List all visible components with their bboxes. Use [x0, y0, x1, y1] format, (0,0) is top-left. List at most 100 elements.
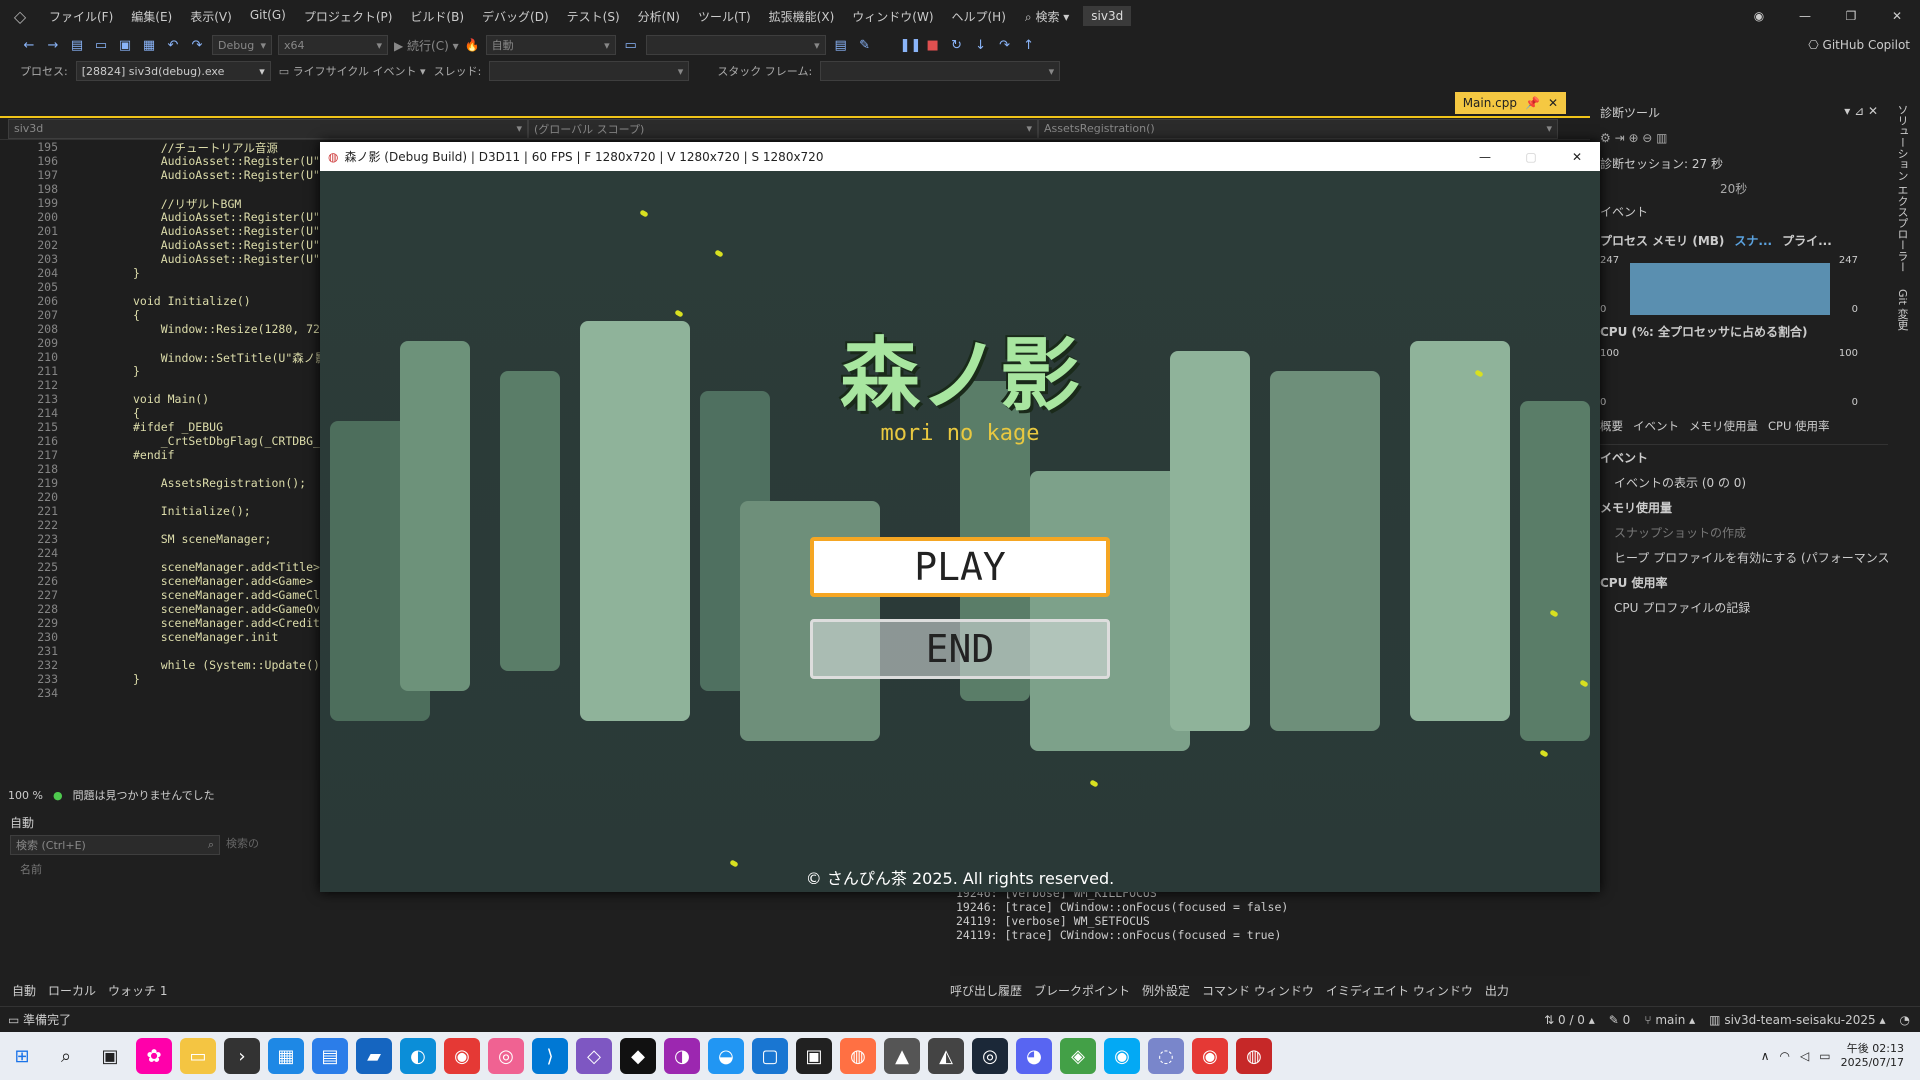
- code-line[interactable]: Window::Resize(1280, 720);: [133, 322, 341, 336]
- stop-icon[interactable]: ■: [924, 38, 942, 53]
- end-button[interactable]: END: [810, 619, 1110, 679]
- menu-item[interactable]: テスト(S): [558, 8, 629, 25]
- target-dropdown[interactable]: ▾: [645, 35, 826, 55]
- unreal-icon[interactable]: ◭: [928, 1038, 964, 1074]
- clock[interactable]: 午後 02:13 2025/07/17: [1841, 1042, 1904, 1070]
- start-icon[interactable]: ⊞: [4, 1038, 40, 1074]
- app-icon-3[interactable]: ◉: [1104, 1038, 1140, 1074]
- code-line[interactable]: sceneManager.add<GameClear>: [133, 588, 348, 602]
- volume-icon[interactable]: ◁: [1800, 1049, 1809, 1063]
- output-panel[interactable]: 19246: [verbose] WM_KILLFOCUS 19246: [tra…: [950, 886, 1590, 976]
- bottom-tab[interactable]: ウォッチ 1: [108, 982, 167, 999]
- solution-explorer-tab[interactable]: ソリューション エクスプローラー: [1888, 96, 1916, 281]
- tab-close-icon[interactable]: ✕: [1548, 96, 1558, 110]
- calculator-icon[interactable]: ▦: [268, 1038, 304, 1074]
- new-item-icon[interactable]: ▤: [68, 38, 86, 53]
- code-line[interactable]: {: [133, 308, 140, 322]
- code-line[interactable]: AudioAsset::Register(U"1_SE: [133, 210, 348, 224]
- heap-profile-checkbox[interactable]: ヒープ プロファイルを有効にする (パフォーマンスに影響しま: [1590, 545, 1920, 570]
- bottom-tab[interactable]: 自動: [12, 982, 36, 999]
- game-close-button[interactable]: ✕: [1554, 150, 1600, 164]
- notepad-icon[interactable]: ▤: [312, 1038, 348, 1074]
- show-events-link[interactable]: イベントの表示 (0 の 0): [1590, 470, 1888, 495]
- code-line[interactable]: sceneManager.init: [133, 630, 279, 644]
- diag-tab[interactable]: イベント: [1633, 418, 1679, 434]
- git-changes-tab[interactable]: Git 変更: [1888, 281, 1916, 338]
- stackframe-dropdown[interactable]: ▾: [820, 61, 1061, 81]
- github-desktop-icon[interactable]: ◑: [664, 1038, 700, 1074]
- project-nav-dropdown[interactable]: siv3d ▾: [8, 118, 528, 139]
- code-line[interactable]: }: [133, 364, 140, 378]
- diag-tab[interactable]: メモリ使用量: [1689, 418, 1758, 434]
- copilot-app-icon[interactable]: ✿: [136, 1038, 172, 1074]
- code-line[interactable]: AudioAsset::Register(U"kira: [133, 224, 348, 238]
- menu-item[interactable]: 表示(V): [181, 8, 241, 25]
- menu-item[interactable]: デバッグ(D): [473, 8, 558, 25]
- menu-item[interactable]: 拡張機能(X): [760, 8, 844, 25]
- code-line[interactable]: AudioAsset::Register(U"tuto: [133, 154, 348, 168]
- lifecycle-events-button[interactable]: ▭ ライフサイクル イベント ▾: [279, 63, 426, 79]
- code-line[interactable]: }: [133, 672, 140, 686]
- tab-main-cpp[interactable]: Main.cpp 📌 ✕: [1454, 92, 1566, 114]
- copilot-button[interactable]: ⎔ GitHub Copilot: [1808, 38, 1910, 52]
- docker-icon[interactable]: ◒: [708, 1038, 744, 1074]
- code-line[interactable]: _CrtSetDbgFlag(_CRTDBG_ALLO: [133, 434, 348, 448]
- menu-item[interactable]: 分析(N): [629, 8, 689, 25]
- undo-icon[interactable]: ↶: [164, 38, 182, 53]
- folder-icon[interactable]: ▭: [622, 38, 640, 53]
- app-icon-1[interactable]: ▢: [752, 1038, 788, 1074]
- menu-item[interactable]: プロジェクト(P): [295, 8, 402, 25]
- branch-status[interactable]: ⑂ main ▴: [1644, 1013, 1709, 1027]
- inkscape-icon[interactable]: ▲: [884, 1038, 920, 1074]
- visual-studio-icon[interactable]: ◇: [576, 1038, 612, 1074]
- step-out-icon[interactable]: ↑: [1020, 38, 1038, 53]
- code-line[interactable]: {: [133, 406, 140, 420]
- zoom-level[interactable]: 100 %: [8, 789, 43, 802]
- bottom-tab[interactable]: 呼び出し履歴: [950, 982, 1022, 999]
- menu-item[interactable]: Git(G): [241, 8, 295, 25]
- scope-nav-dropdown[interactable]: (グローバル スコープ) ▾: [528, 118, 1038, 139]
- code-line[interactable]: void Main(): [133, 392, 209, 406]
- git-changes-status[interactable]: ⇅ 0 / 0 ▴: [1544, 1013, 1609, 1027]
- code-line[interactable]: AudioAsset::Register(U"kura: [133, 252, 348, 266]
- app-icon-2[interactable]: ◈: [1060, 1038, 1096, 1074]
- discord-icon[interactable]: ◕: [1016, 1038, 1052, 1074]
- jetbrains-icon[interactable]: ▣: [796, 1038, 832, 1074]
- chrome-dev-icon[interactable]: ◎: [488, 1038, 524, 1074]
- battery-icon[interactable]: ▭: [1819, 1049, 1830, 1063]
- steam-icon[interactable]: ◎: [972, 1038, 1008, 1074]
- terminal-icon[interactable]: ›: [224, 1038, 260, 1074]
- hot-reload-icon[interactable]: 🔥: [465, 38, 480, 52]
- process-dropdown[interactable]: [28824] siv3d(debug).exe ▾: [75, 61, 271, 81]
- platform-dropdown[interactable]: x64 ▾: [278, 35, 388, 55]
- code-line[interactable]: void Initialize(): [133, 294, 251, 308]
- search-icon[interactable]: ⌕: [48, 1038, 84, 1074]
- code-line[interactable]: SM sceneManager;: [133, 532, 272, 546]
- forward-icon[interactable]: →: [44, 38, 62, 53]
- notifications-icon[interactable]: ◔: [1900, 1013, 1920, 1027]
- game-running-icon[interactable]: ◍: [1236, 1038, 1272, 1074]
- auto-dropdown[interactable]: 自動 ▾: [485, 35, 616, 55]
- step-into-icon[interactable]: ↓: [972, 38, 990, 53]
- file-explorer-icon[interactable]: ▭: [180, 1038, 216, 1074]
- config-dropdown[interactable]: Debug ▾: [212, 35, 272, 55]
- bottom-tab[interactable]: イミディエイト ウィンドウ: [1326, 982, 1473, 999]
- menu-item[interactable]: ファイル(F): [40, 8, 122, 25]
- code-line[interactable]: AudioAsset::Register(U"tuto: [133, 168, 348, 182]
- chrome-profile-icon[interactable]: ◉: [1192, 1038, 1228, 1074]
- repo-status[interactable]: ▥ siv3d-team-seisaku-2025 ▴: [1709, 1013, 1899, 1027]
- visual-studio-logo-icon[interactable]: ◇: [0, 7, 40, 26]
- code-line[interactable]: while (System::Update()) if: [133, 658, 348, 672]
- record-cpu-profile-button[interactable]: CPU プロファイルの記録: [1590, 595, 1888, 620]
- save-icon[interactable]: ▣: [116, 38, 134, 53]
- redo-icon[interactable]: ↷: [188, 38, 206, 53]
- code-line[interactable]: sceneManager.add<CreditRoll: [133, 616, 348, 630]
- app-icon-4[interactable]: ◌: [1148, 1038, 1184, 1074]
- store-icon[interactable]: ▰: [356, 1038, 392, 1074]
- autos-search-input[interactable]: 検索 (Ctrl+E) ⌕: [10, 835, 220, 855]
- account-icon[interactable]: ◉: [1736, 0, 1782, 32]
- tray-overflow-icon[interactable]: ∧: [1761, 1049, 1770, 1063]
- function-nav-dropdown[interactable]: AssetsRegistration() ▾: [1038, 118, 1558, 139]
- vscode-icon[interactable]: ⟩: [532, 1038, 568, 1074]
- restart-icon[interactable]: ↻: [948, 38, 966, 53]
